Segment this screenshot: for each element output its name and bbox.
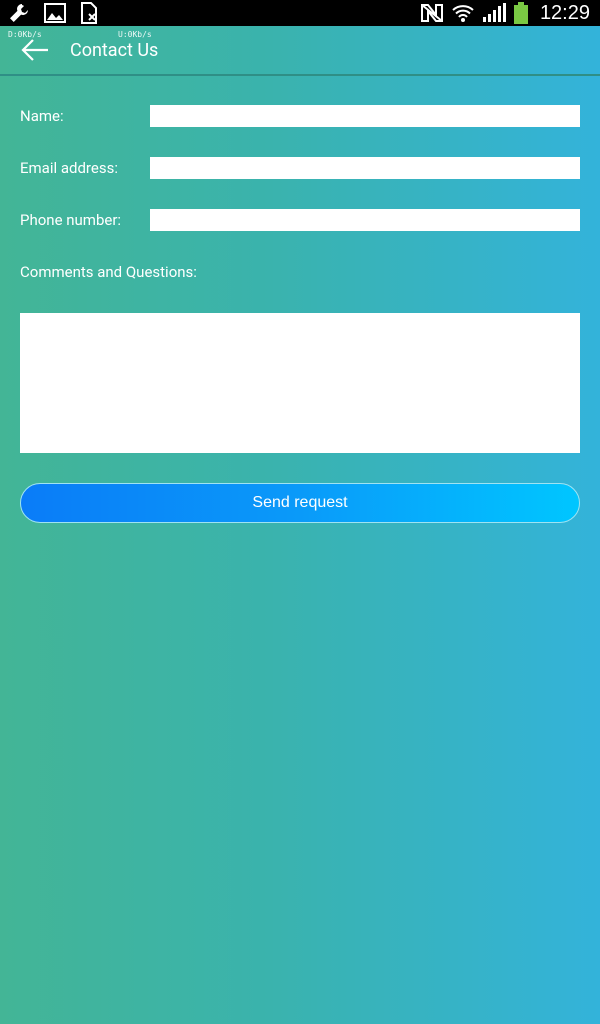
- app-header: Contact Us: [0, 26, 600, 76]
- name-field[interactable]: [150, 105, 580, 127]
- wrench-icon: [10, 4, 28, 22]
- image-icon: [44, 3, 66, 23]
- signal-icon: [482, 3, 506, 22]
- phone-label: Phone number:: [20, 211, 122, 229]
- status-left-icons: [8, 2, 98, 24]
- name-label: Name:: [20, 107, 64, 125]
- clock: 12:29: [539, 1, 590, 24]
- status-right-icons: 12:29: [420, 0, 590, 26]
- email-label: Email address:: [20, 159, 118, 177]
- arrow-left-icon[interactable]: [20, 37, 50, 63]
- email-field[interactable]: [150, 157, 580, 179]
- phone-field[interactable]: [150, 209, 580, 231]
- comments-label: Comments and Questions:: [20, 263, 197, 281]
- status-bar: 12:29: [0, 0, 600, 26]
- comments-field[interactable]: [20, 313, 580, 453]
- sim-card-icon: [81, 2, 97, 24]
- nfc-off-icon: [420, 4, 443, 22]
- wifi-icon: [452, 5, 474, 22]
- battery-icon: [513, 2, 528, 24]
- page-title: Contact Us: [70, 40, 159, 61]
- send-request-button[interactable]: Send request: [20, 483, 580, 523]
